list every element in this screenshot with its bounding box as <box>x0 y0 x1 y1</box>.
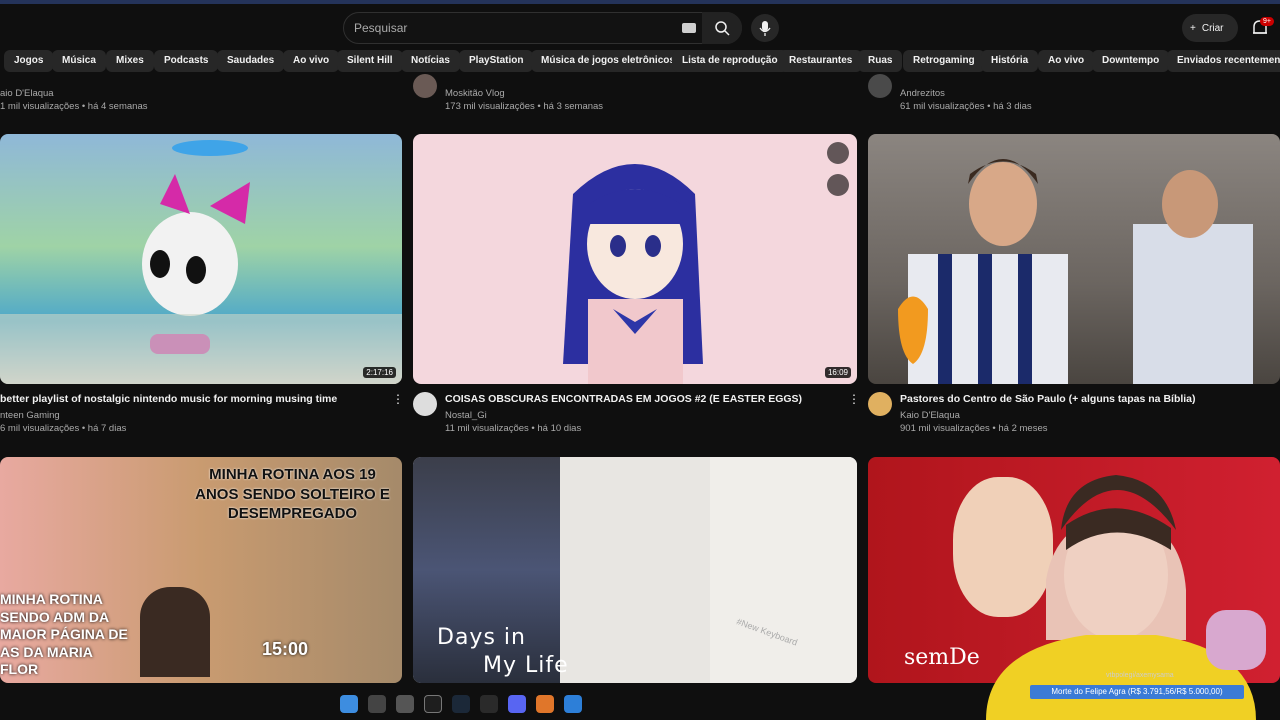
chip-podcasts[interactable]: Podcasts <box>154 50 219 72</box>
channel-name[interactable]: Kaio D'Elaqua <box>900 410 960 421</box>
video-thumbnail[interactable]: 16:09 <box>413 134 857 384</box>
video-thumbnail[interactable] <box>868 134 1280 384</box>
video-meta: 11 mil visualizações • há 10 dias <box>445 423 582 434</box>
avatar[interactable] <box>413 74 437 98</box>
chip-enviados-recentemente[interactable]: Enviados recentemente <box>1167 50 1280 72</box>
chip-musica-jogos[interactable]: Música de jogos eletrônicos <box>531 50 685 72</box>
duration-badge: 16:09 <box>824 367 851 378</box>
video-title[interactable]: better playlist of nostalgic nintendo mu… <box>0 393 390 405</box>
avatar[interactable] <box>413 392 437 416</box>
chip-saudades[interactable]: Saudades <box>217 50 285 72</box>
video-meta: 1 mil visualizações • há 4 semanas <box>0 101 148 112</box>
anime-girl-icon <box>563 164 703 384</box>
category-chips: Jogos Música Mixes Podcasts Saudades Ao … <box>0 48 1280 74</box>
overlay-text: My Life <box>483 653 569 678</box>
task-view-icon[interactable] <box>396 695 414 713</box>
video-meta: 173 mil visualizações • há 3 semanas <box>445 101 604 112</box>
chip-ao-vivo-2[interactable]: Ao vivo <box>1038 50 1095 72</box>
captions-icon[interactable] <box>827 174 849 196</box>
chip-retrogaming[interactable]: Retrogaming <box>903 50 985 72</box>
chip-playstation[interactable]: PlayStation <box>459 50 534 72</box>
channel-name[interactable]: Andrezitos <box>900 88 945 99</box>
video-title[interactable]: COISAS OBSCURAS ENCONTRADAS EM JOGOS #2 … <box>445 393 845 405</box>
search-icon <box>715 21 730 36</box>
girl-image <box>560 457 710 683</box>
chip-lista-reproducao[interactable]: Lista de reprodução <box>672 50 788 72</box>
steam-icon[interactable] <box>452 695 470 713</box>
plus-icon: + <box>1190 22 1196 34</box>
more-options-icon[interactable]: ⋮ <box>848 392 860 406</box>
top-bar: + Criar 9+ <box>0 0 1280 48</box>
video-thumbnail[interactable]: MINHA ROTINA AOS 19 ANOS SENDO SOLTEIRO … <box>0 457 402 683</box>
create-label: Criar <box>1201 22 1224 34</box>
app-icon[interactable] <box>536 695 554 713</box>
windows-start-icon[interactable] <box>340 695 358 713</box>
keyboard-icon[interactable] <box>682 23 696 33</box>
app-icon[interactable] <box>564 695 582 713</box>
video-thumbnail[interactable]: Days in My Life #New Keyboard <box>413 457 857 683</box>
channel-name[interactable]: nteen Gaming <box>0 410 60 421</box>
video-meta: 6 mil visualizações • há 7 dias <box>0 423 127 434</box>
chip-ruas[interactable]: Ruas <box>858 50 903 72</box>
duration-badge: 2:17:16 <box>363 367 396 378</box>
donation-goal-bar: Morte do Felipe Agra (R$ 3.791,56/R$ 5.0… <box>1030 685 1244 699</box>
chip-mixes[interactable]: Mixes <box>106 50 154 72</box>
search-input[interactable] <box>354 13 674 43</box>
chip-jogos[interactable]: Jogos <box>4 50 54 72</box>
channel-name[interactable]: Nostal_Gi <box>445 410 487 421</box>
mute-icon[interactable] <box>827 142 849 164</box>
keyboard-image <box>710 457 857 683</box>
chip-historia[interactable]: História <box>981 50 1039 72</box>
search-box[interactable] <box>343 12 742 44</box>
search-icon[interactable] <box>368 695 386 713</box>
notification-badge: 9+ <box>1260 17 1274 26</box>
street-scene-icon <box>898 159 1253 384</box>
avatar[interactable] <box>868 392 892 416</box>
person-image <box>140 587 210 677</box>
overlay-text: MINHA ROTINA SENDO ADM DA MAIOR PÁGINA D… <box>0 591 128 677</box>
overlay-text: 15:00 <box>262 639 309 659</box>
video-meta: 61 mil visualizações • há 3 dias <box>900 101 1032 112</box>
chip-downtempo[interactable]: Downtempo <box>1092 50 1170 72</box>
overlay-text: Days in <box>437 625 526 650</box>
mic-icon <box>759 21 771 36</box>
more-options-icon[interactable]: ⋮ <box>392 392 404 406</box>
avatar[interactable] <box>868 74 892 98</box>
channel-name[interactable]: Moskitão Vlog <box>445 88 505 99</box>
video-thumbnail[interactable]: 2:17:16 <box>0 134 402 384</box>
chao-character-icon <box>0 140 402 384</box>
overlay-text: MINHA ROTINA AOS 19 ANOS SENDO SOLTEIRO … <box>195 466 390 522</box>
chip-musica[interactable]: Música <box>52 50 106 72</box>
channel-name[interactable]: aio D'Elaqua <box>0 88 54 99</box>
app-icon[interactable] <box>480 695 498 713</box>
chip-ao-vivo[interactable]: Ao vivo <box>283 50 340 72</box>
create-button[interactable]: + Criar <box>1182 14 1238 42</box>
chip-restaurantes[interactable]: Restaurantes <box>779 50 863 72</box>
voice-search-button[interactable] <box>751 14 779 42</box>
taskbar <box>340 690 620 718</box>
chip-noticias[interactable]: Notícias <box>401 50 460 72</box>
search-button[interactable] <box>702 12 742 44</box>
obs-icon[interactable] <box>424 695 442 713</box>
discord-icon[interactable] <box>508 695 526 713</box>
watermark: vtbpolegi/axemysama <box>1106 672 1174 679</box>
chip-silent-hill[interactable]: Silent Hill <box>337 50 403 72</box>
video-title[interactable]: Pastores do Centro de São Paulo (+ algun… <box>900 393 1270 405</box>
